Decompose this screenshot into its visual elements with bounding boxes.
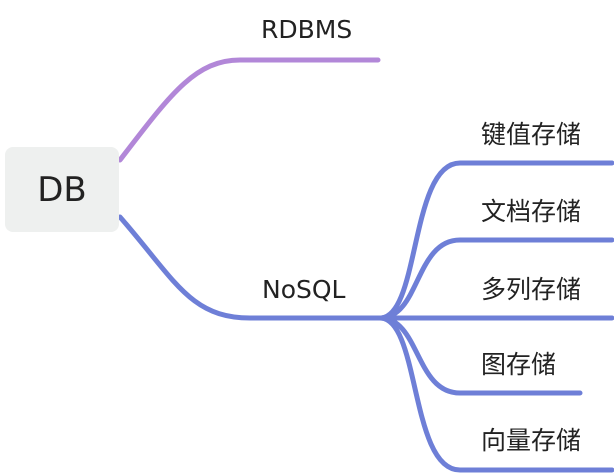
mindmap-connectors xyxy=(117,57,614,473)
node-nosql-label[interactable]: NoSQL xyxy=(262,277,345,302)
node-vector-store-label[interactable]: 向量存储 xyxy=(481,428,581,453)
node-rdbms-label[interactable]: RDBMS xyxy=(261,17,352,42)
node-document-store-label[interactable]: 文档存储 xyxy=(481,199,581,224)
root-node[interactable]: DB xyxy=(5,147,119,232)
node-key-value-store-label[interactable]: 键值存储 xyxy=(481,122,581,147)
node-column-store-label[interactable]: 多列存储 xyxy=(481,277,581,302)
connector-root-rdbms xyxy=(117,57,381,163)
root-node-label: DB xyxy=(37,169,87,210)
node-graph-store-label[interactable]: 图存储 xyxy=(481,352,556,377)
